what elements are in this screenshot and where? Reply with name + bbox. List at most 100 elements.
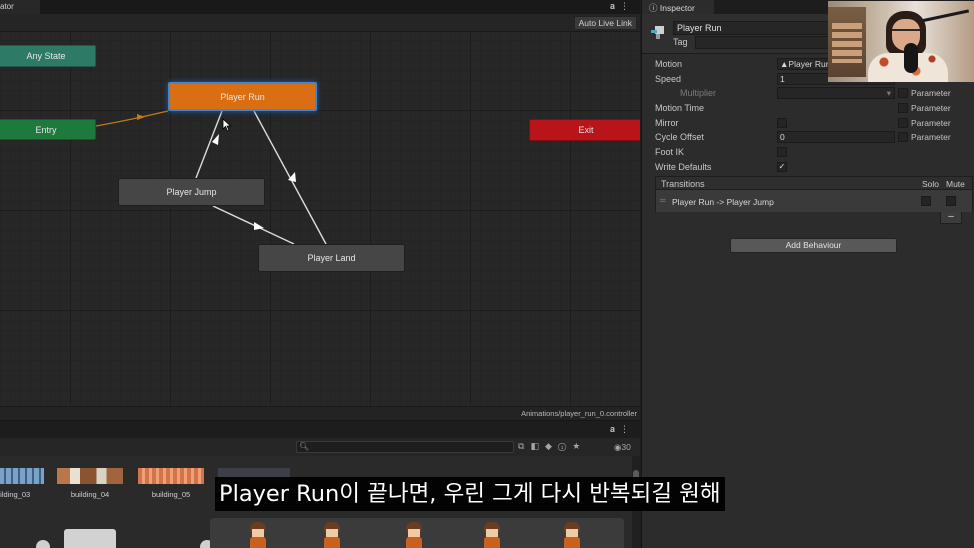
asset-item[interactable]: building_05 — [136, 468, 206, 499]
lock-icon[interactable]: 𝐚 — [610, 424, 620, 434]
log-filter-icon[interactable]: ⓘ — [558, 441, 572, 451]
state-exit[interactable]: Exit — [529, 119, 640, 141]
state-entry[interactable]: Entry — [0, 119, 96, 140]
foot-ik-label: Foot IK — [655, 147, 685, 157]
label-filter-icon[interactable]: ◆ — [545, 441, 558, 451]
more-menu-icon[interactable]: ⋮ — [620, 1, 634, 11]
auto-live-link-button[interactable]: Auto Live Link — [573, 16, 637, 30]
drag-handle-icon[interactable]: ═ — [660, 196, 666, 205]
animator-tab-bar: ator 𝐚⋮ — [0, 0, 640, 14]
transition-jump-to-run[interactable] — [195, 110, 223, 179]
webcam-background-shelf — [828, 7, 866, 77]
sprite-sheet-preview[interactable] — [210, 518, 624, 548]
animator-window: ator 𝐚⋮ Auto Live Link Any State Entry P… — [0, 0, 640, 420]
solo-column-label: Solo — [922, 179, 940, 189]
asset-label: building_03 — [0, 490, 31, 499]
transition-entry-arrowhead — [137, 114, 145, 120]
asset-thumbnail — [138, 468, 204, 484]
inspector-window: ⓘ Inspector Player Run Tag Motion ▲Playe… — [641, 0, 974, 548]
transition-jump-to-land[interactable] — [212, 205, 295, 245]
project-filter-icons: ⧉◧◆ⓘ★ — [518, 441, 586, 452]
project-tab-bar: 𝐚⋮ — [0, 421, 640, 438]
mute-column-label: Mute — [946, 179, 965, 189]
transition-lines — [95, 110, 327, 245]
inspector-tab[interactable]: ⓘ Inspector — [642, 0, 714, 14]
animator-status-bar: Animations/player_run_0.controller — [0, 406, 640, 420]
multiplier-parameter-label: Parameter — [911, 88, 951, 98]
multiplier-dropdown[interactable]: ▾ — [777, 87, 895, 99]
state-player-run[interactable]: Player Run — [168, 82, 317, 111]
expand-circle-icon[interactable] — [36, 540, 50, 548]
sprite-frame — [246, 522, 270, 548]
info-icon: ⓘ — [649, 3, 660, 13]
multiplier-parameter-checkbox[interactable] — [898, 88, 908, 98]
checkmark-icon: ✓ — [778, 162, 786, 171]
scene-filter-icon[interactable]: ⧉ — [518, 441, 530, 451]
motion-label: Motion — [655, 59, 683, 69]
asset-label: building_04 — [70, 490, 110, 499]
hidden-count[interactable]: ◉30 — [614, 442, 631, 453]
cycle-offset-row: Cycle Offset 0 Parameter — [642, 130, 974, 145]
type-filter-icon[interactable]: ◧ — [530, 441, 545, 451]
cycle-offset-field[interactable]: 0 — [777, 131, 895, 143]
asset-thumbnail — [0, 468, 44, 484]
webcam-overlay — [828, 1, 974, 82]
write-defaults-checkbox[interactable]: ✓ — [777, 162, 787, 172]
transition-land-to-run[interactable] — [253, 110, 327, 245]
asset-item[interactable]: building_04 — [55, 468, 125, 499]
animator-state-icon — [651, 26, 664, 39]
state-player-land[interactable]: Player Land — [258, 244, 405, 272]
folder-icon[interactable] — [64, 529, 116, 548]
state-name-field[interactable]: Player Run — [673, 21, 833, 35]
controller-path: Animations/player_run_0.controller — [521, 409, 637, 418]
transitions-list: Transitions Solo Mute ═ Player Run -> Pl… — [655, 176, 973, 212]
search-icon: 🔍︎ — [299, 442, 310, 451]
tag-label: Tag — [673, 37, 688, 47]
motion-time-label: Motion Time — [655, 103, 705, 113]
sprite-frame — [402, 522, 426, 548]
multiplier-label: Multiplier — [680, 88, 717, 98]
motion-time-parameter-checkbox[interactable] — [898, 103, 908, 113]
speed-label: Speed — [655, 74, 682, 84]
write-defaults-label: Write Defaults — [655, 162, 712, 172]
more-menu-icon[interactable]: ⋮ — [620, 424, 634, 434]
solo-checkbox[interactable] — [921, 196, 931, 206]
transition-item-label: Player Run -> Player Jump — [672, 197, 774, 207]
cycle-offset-parameter-checkbox[interactable] — [898, 132, 908, 142]
favorite-icon[interactable]: ★ — [572, 441, 586, 451]
project-tab-controls: 𝐚⋮ — [610, 424, 634, 435]
write-defaults-row: Write Defaults ✓ — [642, 160, 974, 175]
mirror-parameter-checkbox[interactable] — [898, 118, 908, 128]
mirror-label: Mirror — [655, 118, 679, 128]
transition-item[interactable]: ═ Player Run -> Player Jump — [656, 190, 972, 212]
motion-time-parameter-label: Parameter — [911, 103, 951, 113]
transitions-title: Transitions — [661, 179, 705, 189]
cycle-offset-parameter-label: Parameter — [911, 132, 951, 142]
state-graph[interactable]: Any State Entry Player Run Player Jump P… — [0, 32, 640, 406]
animator-tab[interactable]: ator — [0, 0, 40, 14]
remove-transition-button[interactable]: – — [940, 212, 962, 224]
motion-time-row: Motion Time Parameter — [642, 101, 974, 116]
mouse-cursor-icon — [222, 118, 232, 132]
lock-icon[interactable]: 𝐚 — [610, 1, 620, 11]
foot-ik-row: Foot IK — [642, 145, 974, 160]
foot-ik-checkbox[interactable] — [777, 147, 787, 157]
animator-tab-controls: 𝐚⋮ — [610, 1, 634, 12]
microphone-icon — [904, 43, 918, 73]
tag-field[interactable] — [695, 36, 833, 49]
transitions-header: Transitions Solo Mute — [656, 177, 972, 190]
add-behaviour-button[interactable]: Add Behaviour — [730, 238, 897, 253]
mirror-checkbox[interactable] — [777, 118, 787, 128]
asset-search-input[interactable]: 🔍︎ — [296, 441, 514, 453]
mute-checkbox[interactable] — [946, 196, 956, 206]
transition-entry-to-run[interactable] — [95, 110, 169, 127]
asset-item[interactable]: building_03 — [0, 468, 46, 499]
state-any-state[interactable]: Any State — [0, 45, 96, 67]
multiplier-row: Multiplier ▾ Parameter — [642, 86, 974, 101]
project-toolbar: 🔍︎ ⧉◧◆ⓘ★ ◉30 — [0, 438, 640, 456]
mirror-row: Mirror Parameter — [642, 116, 974, 131]
animator-toolbar: Auto Live Link — [0, 14, 640, 32]
asset-thumbnail — [57, 468, 123, 484]
asset-label: building_05 — [151, 490, 191, 499]
state-player-jump[interactable]: Player Jump — [118, 178, 265, 206]
